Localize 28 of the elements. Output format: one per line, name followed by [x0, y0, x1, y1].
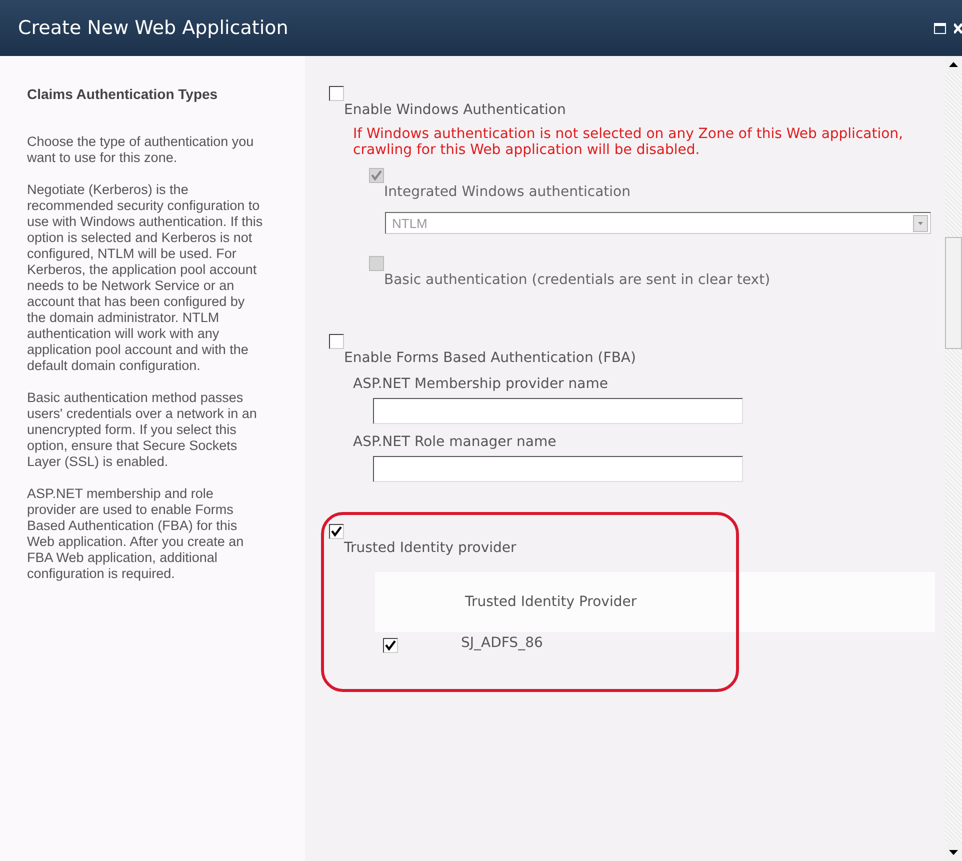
checkbox[interactable] — [329, 524, 344, 539]
checkbox[interactable] — [329, 334, 344, 349]
field-label: ASP.NET Role manager name — [353, 434, 558, 450]
input-field[interactable] — [373, 398, 743, 424]
scrollbar-thumb[interactable] — [945, 237, 962, 349]
option-label: Enable Windows Authentication — [344, 102, 566, 118]
option-label: Trusted Identity provider — [344, 540, 516, 556]
caret-icon — [913, 214, 928, 232]
field-label: ASP.NET Membership provider name — [353, 376, 609, 392]
description-paragraph: ASP.NET membership and role provider are used to enable Forms Based Authentication (FBA) for this Web application. After you create an FBA Web application, additional configuration is required. — [27, 486, 245, 582]
maximize-icon[interactable] — [934, 22, 946, 34]
option-label: Integrated Windows authentication — [384, 184, 630, 200]
close-icon[interactable] — [954, 22, 962, 34]
section-heading: Claims Authentication Types — [27, 86, 219, 102]
description-paragraph: Negotiate (Kerberos) is the recommended security configuration to use with Windows authentication. If this option is selected and Kerberos is not configured, NTLM will be used. For Kerberos, the application pool account needs to be Network Service or an account that has been configured by the domain administrator. NTLM authentication will work with any application pool account and with the default domain configuration. — [27, 182, 264, 374]
window-title: Create New Web Application — [18, 17, 290, 39]
table-header: Trusted Identity Provider — [375, 572, 935, 632]
scroll-up-icon[interactable] — [945, 56, 962, 73]
description-paragraph: Basic authentication method passes users' credentials over a network in an unencrypted form. If you select this option, ensure that Secure Sockets Layer (SSL) is enabled. — [27, 390, 258, 470]
checkbox[interactable] — [383, 638, 398, 653]
table-cell: SJ_ADFS_86 — [461, 634, 543, 650]
description-paragraph: Choose the type of authentication you want to use for this zone. — [27, 134, 255, 166]
checkbox[interactable] — [329, 86, 344, 101]
option-label: Enable Forms Based Authentication (FBA) — [344, 350, 636, 366]
input-field[interactable] — [373, 456, 743, 482]
scroll-down-icon[interactable] — [945, 844, 962, 861]
option-label: Basic authentication (credentials are sent in clear text) — [384, 272, 770, 288]
warning-text: If Windows authentication is not selected on any Zone of this Web application, crawling for this Web application will be disabled. — [353, 126, 904, 158]
